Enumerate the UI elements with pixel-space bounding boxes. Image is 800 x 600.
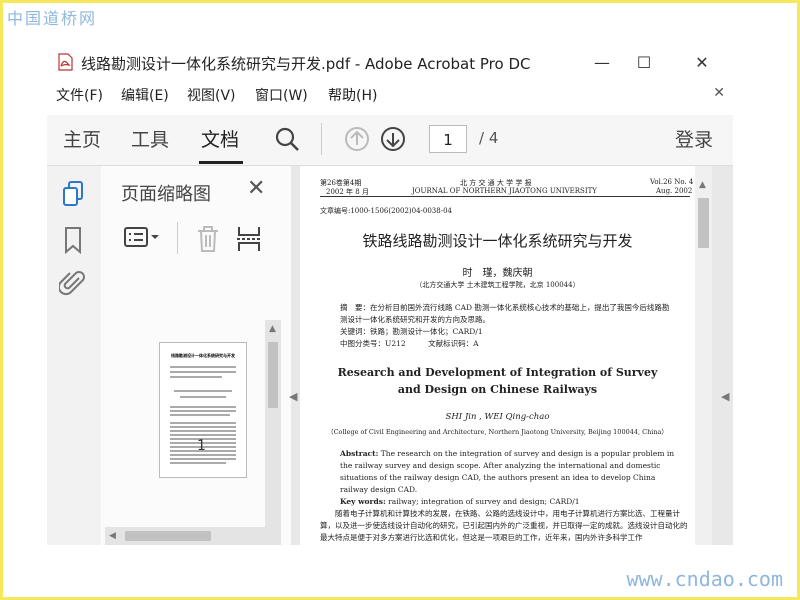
thumbnail-title: 线路勘测设计一体化系统研究与开发 [171,353,235,358]
watermark-bottom-right: www.cndao.com [626,567,783,591]
title-cn: 铁路线路勘测设计一体化系统研究与开发 [362,232,633,250]
abstract-en: Abstract: The research on the integratio… [340,448,675,508]
header-rule [320,196,690,197]
thumbnail-hscrollbar[interactable]: ◀ [105,527,265,545]
scroll-up-icon[interactable]: ▲ [269,324,276,334]
thumbnail-scroll-thumb[interactable] [268,342,278,408]
collapse-left-icon[interactable]: ◀ [289,390,297,403]
collapse-right-icon[interactable]: ◀ [721,390,729,403]
close-window-button[interactable]: ✕ [687,49,717,77]
window-title: 线路勘测设计一体化系统研究与开发.pdf - Adobe Acrobat Pro… [81,55,531,73]
authors-en: SHI Jin , WEI Qing-chao [445,412,550,422]
trash-icon[interactable] [195,224,221,254]
scroll-left-icon[interactable]: ◀ [109,531,116,541]
menu-help[interactable]: 帮助(H) [328,85,377,105]
watermark-top-left: 中国道桥网 [7,9,98,28]
content-area: 页面缩略图 ✕ 线路勘测设计一体化系统研究与开发 1 ▲ ◀ ◀ ◀ 第26卷第… [47,166,733,545]
tab-home[interactable]: 主页 [63,125,101,152]
panel-title: 页面缩略图 [121,184,211,205]
toolbar-divider [321,123,322,155]
page-down-icon[interactable] [379,125,407,153]
page-up-icon[interactable] [343,125,371,153]
extract-page-icon[interactable] [235,224,263,254]
menu-window[interactable]: 窗口(W) [255,85,308,105]
header-vol-en: Vol.26 No. 4 [650,178,694,186]
abstract-cn: 摘 要：在分析目前国外流行线路 CAD 勘测一体化系统核心技术的基础上，提出了我… [340,303,670,324]
outer-frame: 中国道桥网 www.cndao.com 线路勘测设计一体化系统研究与开发.pdf… [0,0,800,600]
header-date-en: Aug. 2002 [656,187,693,195]
page-thumbnails-icon[interactable] [61,180,87,208]
affiliation-cn: （北方交通大学 土木建筑工程学院，北京 100044） [415,281,580,289]
acrobat-window: 线路勘测设计一体化系统研究与开发.pdf - Adobe Acrobat Pro… [47,45,733,545]
menu-bar: 文件(F) 编辑(E) 视图(V) 窗口(W) 帮助(H) ✕ [47,81,733,109]
keywords-en-text: railway; integration of survey and desig… [388,497,580,506]
doc-scroll-up-icon[interactable]: ▲ [699,180,706,190]
thumbnails-panel: 页面缩略图 ✕ 线路勘测设计一体化系统研究与开发 1 ▲ ◀ [101,166,292,545]
menu-view[interactable]: 视图(V) [187,85,236,105]
title-en: Research and Development of Integration … [300,364,695,398]
thumbnail-hscroll-thumb[interactable] [125,531,211,541]
tab-tools[interactable]: 工具 [131,125,169,152]
authors-cn: 时 瑾，魏庆朝 [462,268,533,279]
pdf-page: 第26卷第4期 2002 年 8 月 北 方 交 通 大 学 学 报 JOURN… [300,166,695,545]
acrobat-pdf-icon [58,53,73,71]
affiliation-en: （College of Civil Engineering and Archit… [327,428,668,436]
keywords-en-label: Key words: [340,497,386,506]
abstract-en-text: The research on the integration of surve… [340,449,675,494]
maximize-button[interactable]: ☐ [629,49,659,77]
page-total: / 4 [479,129,499,147]
page-thumbnail-1[interactable]: 线路勘测设计一体化系统研究与开发 [159,342,247,478]
page-number-input[interactable]: 1 [429,125,467,153]
abstract-en-label: Abstract: [340,449,379,458]
minimize-button[interactable]: — [587,49,617,77]
document-scrollbar[interactable]: ▲ [695,166,712,545]
document-area: ◀ ◀ 第26卷第4期 2002 年 8 月 北 方 交 通 大 学 学 报 J… [289,166,733,545]
title-en-line-2: and Design on Chinese Railways [397,383,598,396]
active-tab-indicator [199,161,243,164]
bookmark-icon[interactable] [63,226,83,254]
panel-divider [177,222,178,254]
menu-edit[interactable]: 编辑(E) [121,85,169,105]
doc-scroll-thumb[interactable] [698,198,709,248]
attachment-icon[interactable] [59,270,87,298]
title-en-line-1: Research and Development of Integration … [337,366,658,379]
keywords-cn: 关键词：铁路；勘测设计一体化；CARD/1 [340,327,483,336]
header-journal-en: JOURNAL OF NORTHERN JIAOTONG UNIVERSITY [412,187,597,195]
main-toolbar: 主页 工具 文档 1 / 4 登录 [47,115,733,166]
search-icon[interactable] [273,125,301,153]
thumbnail-text-lines [170,366,236,464]
classification-cn: 中图分类号：U212 文献标识码：A [340,339,479,348]
left-rail [47,166,101,545]
close-panel-icon[interactable]: ✕ [247,176,265,201]
login-button[interactable]: 登录 [675,125,713,152]
tab-document[interactable]: 文档 [201,125,239,152]
close-document-icon[interactable]: ✕ [713,85,725,101]
thumbnail-scrollbar[interactable]: ▲ [265,320,281,545]
body-text: 随着电子计算机和计算技术的发展，在铁路、公路的选线设计中，用电子计算机进行方案比… [320,509,688,542]
menu-file[interactable]: 文件(F) [56,85,103,105]
options-menu-icon[interactable] [123,224,161,252]
thumbnail-label-1: 1 [197,438,206,454]
title-bar[interactable]: 线路勘测设计一体化系统研究与开发.pdf - Adobe Acrobat Pro… [47,45,733,81]
article-number: 文章编号:1000-1506(2002)04-0038-04 [320,207,452,215]
